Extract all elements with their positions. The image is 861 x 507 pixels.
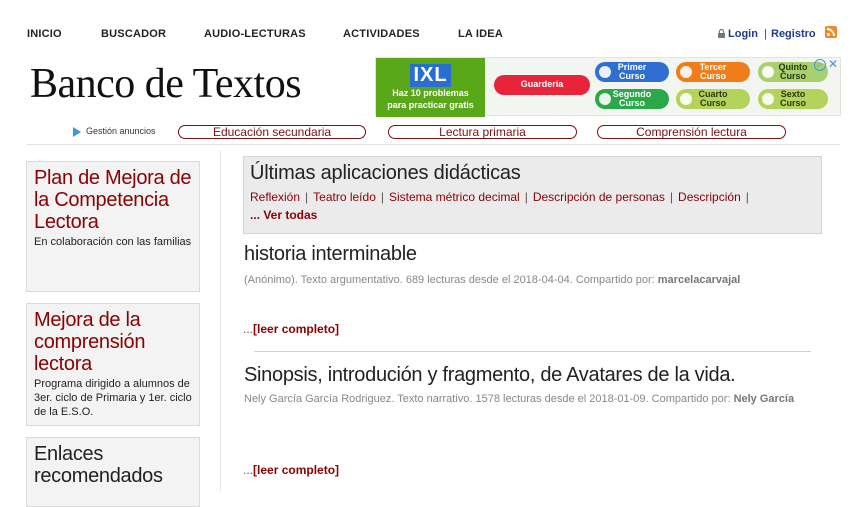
top-navigation: INICIO BUSCADOR AUDIO-LECTURAS ACTIVIDAD… <box>0 0 861 60</box>
infinity-icon <box>680 66 692 78</box>
login-link[interactable]: Login <box>728 28 758 40</box>
app-link-sistema-metrico[interactable]: Sistema métrico decimal <box>389 190 520 204</box>
auth-separator: | <box>764 28 767 40</box>
tag-comprension-lectura[interactable]: Comprensión lectura <box>597 125 786 139</box>
latest-apps-links: Reflexión | Teatro leído | Sistema métrico d… <box>250 190 749 204</box>
app-link-reflexion[interactable]: Reflexión <box>250 190 300 204</box>
read-more-link[interactable]: [leer completo] <box>253 463 339 477</box>
article-meta: (Anónimo). Texto argumentativo. 689 lect… <box>244 274 741 286</box>
tag-educacion-secundaria[interactable]: Educación secundaria <box>178 125 366 139</box>
read-more-link[interactable]: [leer completo] <box>253 322 339 336</box>
lock-icon <box>718 29 725 38</box>
sidebar-card-mejora-comprension[interactable]: Mejora de la comprensión lectora Program… <box>26 303 200 426</box>
ad-tagline-2: para practicar gratis <box>387 100 474 110</box>
ad-pill-cuarto-curso[interactable]: Cuarto Curso <box>676 89 750 109</box>
ad-pill-guarderia[interactable]: Guardería <box>494 75 590 95</box>
nav-audio-lecturas[interactable]: AUDIO-LECTURAS <box>204 28 306 40</box>
latest-apps-box: Últimas aplicaciones didácticas Reflexió… <box>243 156 822 234</box>
divider <box>27 144 840 145</box>
sidebar-card-desc: En colaboración con las familias <box>34 236 192 248</box>
ad-pill-primer-curso[interactable]: Primer Curso <box>595 62 669 82</box>
ad-close-icon[interactable]: ✕ <box>828 58 838 70</box>
app-link-teatro-leido[interactable]: Teatro leído <box>313 190 376 204</box>
read-more-row: ...[leer completo] <box>243 463 340 477</box>
rss-icon[interactable] <box>825 26 837 38</box>
read-more-row: ...[leer completo] <box>243 322 340 336</box>
plus-minus-icon <box>599 93 611 105</box>
percent-icon <box>680 93 692 105</box>
sidebar-card-title: Enlaces recomendados <box>34 443 163 487</box>
adchoices-icon <box>73 126 81 137</box>
apple-icon <box>762 66 774 78</box>
column-divider <box>220 150 221 492</box>
ad-management-link[interactable]: Gestión anuncios <box>73 126 156 137</box>
tag-lectura-primaria[interactable]: Lectura primaria <box>388 125 577 139</box>
nav-buscador[interactable]: BUSCADOR <box>101 28 166 40</box>
sidebar-card-plan-mejora[interactable]: Plan de Mejora de la Competencia Lectora… <box>26 161 200 292</box>
article-author[interactable]: marcelacarvajal <box>658 274 741 286</box>
ad-pill-tercer-curso[interactable]: Tercer Curso <box>676 62 750 82</box>
see-all-link[interactable]: ... Ver todas <box>250 208 317 222</box>
article-title[interactable]: Sinopsis, introdución y fragmento, de Av… <box>244 364 736 387</box>
article-author[interactable]: Nely García <box>734 393 795 405</box>
ixl-logo: IXL <box>376 64 485 87</box>
ad-brand-block[interactable]: IXL Haz 10 problemas para practicar grat… <box>376 58 485 117</box>
tag-row: Gestión anuncios Educación secundaria Le… <box>0 121 861 145</box>
sidebar-card-enlaces: Enlaces recomendados <box>26 437 200 507</box>
site-logo[interactable]: Banco de Textos <box>30 60 302 108</box>
pencil-icon <box>599 66 611 78</box>
article-divider <box>254 351 811 352</box>
app-link-descripcion[interactable]: Descripción <box>678 190 741 204</box>
ad-tagline-1: Haz 10 problemas <box>392 88 469 98</box>
article-title[interactable]: historia interminable <box>244 243 417 266</box>
nav-la-idea[interactable]: LA IDEA <box>458 28 503 40</box>
app-link-descripcion-personas[interactable]: Descripción de personas <box>533 190 665 204</box>
ad-info-icon[interactable]: ▷ <box>814 59 826 71</box>
nav-actividades[interactable]: ACTIVIDADES <box>343 28 420 40</box>
ad-pill-sexto-curso[interactable]: Sexto Curso <box>758 89 828 109</box>
sidebar-card-desc: Programa dirigido a alumnos de 3er. cicl… <box>34 378 192 418</box>
sidebar-card-title[interactable]: Mejora de la comprensión lectora <box>34 309 193 375</box>
latest-apps-title: Últimas aplicaciones didácticas <box>250 162 521 184</box>
less-equal-icon <box>762 93 774 105</box>
nav-inicio[interactable]: INICIO <box>27 28 62 40</box>
article-meta: Nely García García Rodriguez. Texto narr… <box>244 393 795 405</box>
ad-pill-segundo-curso[interactable]: Segundo Curso <box>595 89 669 109</box>
sidebar-card-title[interactable]: Plan de Mejora de la Competencia Lectora <box>34 167 193 233</box>
register-link[interactable]: Registro <box>771 28 816 40</box>
ad-banner[interactable]: IXL Haz 10 problemas para practicar grat… <box>375 57 841 117</box>
